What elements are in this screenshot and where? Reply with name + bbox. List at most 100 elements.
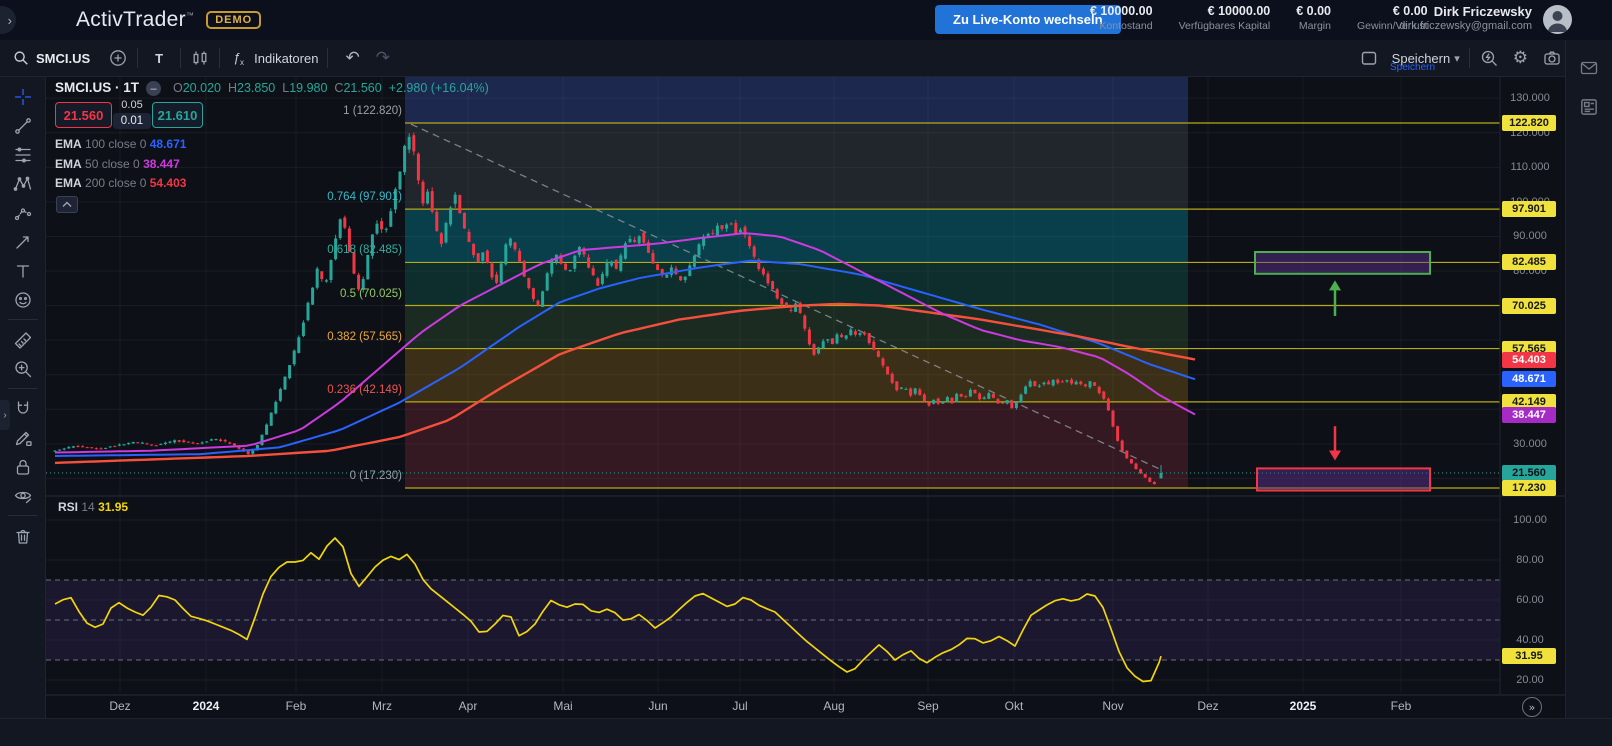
price-chart-canvas[interactable]: [0, 0, 1612, 746]
ema-legend-row[interactable]: EMA 50 close 0 38.447: [55, 157, 180, 171]
tool-forecast[interactable]: [6, 198, 40, 227]
indicators-label: Indikatoren: [254, 51, 318, 66]
fib-bands: [405, 76, 1188, 488]
divider: [327, 48, 328, 68]
right-rail: [1565, 40, 1612, 746]
search-icon: [12, 49, 30, 67]
tool-lock-all[interactable]: [6, 452, 40, 481]
tool-crosshair[interactable]: [6, 82, 40, 111]
add-symbol-button[interactable]: [108, 48, 128, 68]
divider: [8, 515, 38, 516]
chart-title: SMCI.US · 1T: [55, 80, 139, 95]
tool-arrow-marker[interactable]: [6, 227, 40, 256]
xabcd-pattern-icon: [13, 174, 33, 194]
time-tick-label: 2025: [1290, 699, 1317, 713]
demo-badge: DEMO: [206, 11, 261, 29]
layout-icon[interactable]: [1358, 48, 1380, 68]
undo-button[interactable]: ↶: [337, 48, 367, 68]
trendline-icon: [13, 116, 33, 136]
ema-legend-row[interactable]: EMA 100 close 0 48.671: [55, 137, 186, 151]
time-tick-label: Mai: [553, 699, 572, 713]
camera-icon[interactable]: [1542, 48, 1562, 68]
tool-magnet[interactable]: [6, 394, 40, 423]
fib-level-label: 0.764 (97.901): [272, 191, 402, 203]
go-to-realtime-button[interactable]: »: [1522, 697, 1542, 717]
account-stat: € 10000.00Kontostand: [1090, 4, 1153, 32]
time-tick-label: Mrz: [372, 699, 392, 713]
price-tick-label: 110.000: [1502, 161, 1558, 173]
fib-level-label: 0.236 (42.149): [272, 384, 402, 396]
price-badge: 122.820: [1502, 115, 1556, 131]
quick-search-icon[interactable]: [1479, 48, 1499, 68]
time-tick-label: Feb: [1391, 699, 1412, 713]
price-badge: 38.447: [1502, 407, 1556, 423]
app-logo: ActivTrader™: [76, 8, 194, 32]
user-name: Dirk Friczewsky: [1399, 4, 1532, 19]
tool-emoji[interactable]: [6, 285, 40, 314]
chevron-right-icon: ›: [8, 13, 12, 28]
change-value: +2.980 (+16.04%): [389, 81, 489, 95]
time-tick-label: Aug: [823, 699, 844, 713]
draw-lock-icon: [13, 428, 33, 448]
time-tick-label: Feb: [286, 699, 307, 713]
tool-text-tool[interactable]: [6, 256, 40, 285]
timeframe-button[interactable]: T: [147, 51, 171, 66]
rsi-period: 14: [81, 500, 94, 514]
rsi-tick-label: 80.00: [1502, 554, 1558, 566]
tool-xabcd-pattern[interactable]: [6, 169, 40, 198]
redo-button[interactable]: ↷: [368, 48, 398, 68]
price-badge: 70.025: [1502, 298, 1556, 314]
bottom-bar: [0, 718, 1612, 746]
avatar[interactable]: [1543, 5, 1572, 34]
fib-level-label: 0.5 (70.025): [272, 288, 402, 300]
chart-style-button[interactable]: [190, 48, 210, 68]
top-header: › ActivTrader™ DEMO Zu Live-Konto wechse…: [0, 0, 1612, 40]
rsi-legend: RSI 14 31.95: [58, 500, 128, 514]
candlestick-icon: [190, 48, 210, 68]
collapse-symbol-icon[interactable]: –: [146, 81, 161, 96]
ema-legend-row[interactable]: EMA 200 close 0 54.403: [55, 176, 186, 190]
price-tick-label: 30.000: [1502, 438, 1558, 450]
user-drawings: [1255, 252, 1430, 491]
tool-trendline[interactable]: [6, 111, 40, 140]
sell-button[interactable]: 21.560: [55, 102, 112, 128]
tool-draw-lock[interactable]: [6, 423, 40, 452]
mail-icon[interactable]: [1578, 58, 1600, 78]
rsi-badge: 31.95: [1502, 648, 1556, 664]
spread-lot-block: 0.05 0.01: [113, 99, 151, 129]
watchlist-expand-tab[interactable]: ›: [0, 400, 10, 430]
divider: [219, 48, 220, 68]
lot-size-field[interactable]: 0.01: [113, 113, 151, 129]
fib-level-label: 0.382 (57.565): [272, 331, 402, 343]
chevron-down-icon[interactable]: ▾: [1454, 52, 1460, 65]
buy-button[interactable]: 21.610: [152, 102, 203, 128]
chevron-up-icon: [62, 201, 72, 208]
tool-fib-lines[interactable]: [6, 140, 40, 169]
tool-zoom-in[interactable]: [6, 354, 40, 383]
divider: [8, 388, 38, 389]
arrow-marker-icon: [13, 232, 33, 252]
fib-level-label: 0.618 (82.485): [272, 244, 402, 256]
indicators-button[interactable]: ƒ x Indikatoren: [229, 48, 318, 68]
gear-icon[interactable]: ⚙: [1513, 48, 1528, 68]
ruler-icon: [13, 330, 33, 350]
forecast-icon: [13, 203, 33, 223]
trading-platform: › ActivTrader™ DEMO Zu Live-Konto wechse…: [0, 0, 1612, 746]
double-chevron-icon: »: [1529, 701, 1536, 714]
magnet-icon: [13, 399, 33, 419]
symbol-search[interactable]: SMCI.US: [12, 49, 90, 67]
news-icon[interactable]: [1578, 96, 1600, 118]
tool-remove-all[interactable]: [6, 521, 40, 550]
legend-collapse-button[interactable]: [56, 196, 78, 213]
header-expand-button[interactable]: ›: [0, 6, 16, 34]
price-badge: 17.230: [1502, 480, 1556, 496]
account-stat: € 10000.00Verfügbares Kapital: [1179, 4, 1271, 32]
divider: [180, 48, 181, 68]
time-tick-label: Dez: [109, 699, 130, 713]
tool-hide-all[interactable]: [6, 481, 40, 510]
rsi-name: RSI: [58, 500, 78, 514]
ohlc-values: O20.020H23.850L19.980C21.560+2.980 (+16.…: [173, 81, 489, 95]
tool-ruler[interactable]: [6, 325, 40, 354]
spread-value: 0.05: [113, 99, 151, 111]
chevron-right-icon: ›: [3, 410, 6, 421]
